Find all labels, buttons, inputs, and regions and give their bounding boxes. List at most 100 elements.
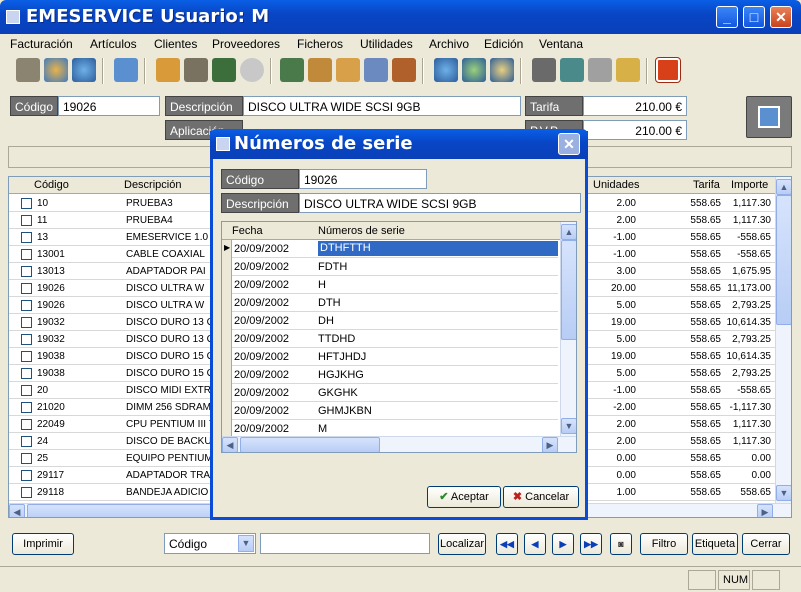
dialog-close-button[interactable]: ✕	[558, 133, 580, 155]
dialog-codigo-field[interactable]: 19026	[299, 169, 427, 189]
row-checkbox[interactable]	[21, 317, 32, 328]
globe-users-icon[interactable]	[44, 58, 68, 82]
chevron-down-icon[interactable]: ▼	[238, 535, 254, 552]
aceptar-button[interactable]: ✔ Aceptar	[427, 486, 501, 508]
serial-row[interactable]: 20/09/2002 H	[232, 276, 558, 294]
filtro-button[interactable]: Filtro	[640, 533, 688, 555]
menu-edicion[interactable]: Edición	[484, 37, 523, 51]
row-checkbox[interactable]	[21, 453, 32, 464]
menu-articulos[interactable]: Artículos	[90, 37, 137, 51]
clock-icon[interactable]	[240, 58, 264, 82]
user-card-icon[interactable]	[308, 58, 332, 82]
globe-person-icon[interactable]	[434, 58, 458, 82]
dialog-descripcion-field[interactable]: DISCO ULTRA WIDE SCSI 9GB	[299, 193, 581, 213]
etiqueta-button[interactable]: Etiqueta	[692, 533, 738, 555]
search-field-select[interactable]: Código ▼	[164, 533, 256, 554]
grid-vscroll[interactable]: ▲ ▼	[775, 177, 791, 503]
serial-scroll-left-icon[interactable]: ◀	[222, 437, 238, 452]
menu-facturacion[interactable]: Facturación	[10, 37, 73, 51]
link-icon[interactable]	[532, 58, 556, 82]
serial-scroll-down-icon[interactable]: ▼	[561, 418, 576, 434]
serial-scroll-right-icon[interactable]: ▶	[542, 437, 558, 452]
globe-search-icon[interactable]	[462, 58, 486, 82]
col-codigo[interactable]: Código	[34, 179, 69, 191]
minimize-button[interactable]: _	[716, 6, 738, 28]
user-send-icon[interactable]	[336, 58, 360, 82]
col-serie[interactable]: Números de serie	[318, 225, 405, 237]
tarifa-field[interactable]: 210.00 €	[583, 96, 687, 116]
serial-scroll-up-icon[interactable]: ▲	[561, 224, 576, 240]
scroll-thumb[interactable]	[776, 195, 791, 325]
menu-clientes[interactable]: Clientes	[154, 37, 197, 51]
last-record-button[interactable]: ▶▶	[580, 533, 602, 555]
serial-hscroll-thumb[interactable]	[240, 437, 380, 452]
serial-row[interactable]: 20/09/2002 DTHFTTH	[232, 240, 558, 258]
hscroll-thumb[interactable]	[27, 504, 227, 517]
briefcase-icon[interactable]	[392, 58, 416, 82]
serial-row[interactable]: 20/09/2002 HFTJHDJ	[232, 348, 558, 366]
col-descripcion[interactable]: Descripción	[124, 179, 181, 191]
row-checkbox[interactable]	[21, 249, 32, 260]
search-input[interactable]	[260, 533, 430, 554]
localizar-button[interactable]: Localizar	[438, 533, 486, 555]
globe-user-icon[interactable]	[490, 58, 514, 82]
row-checkbox[interactable]	[21, 351, 32, 362]
row-checkbox[interactable]	[21, 402, 32, 413]
row-checkbox[interactable]	[21, 470, 32, 481]
serial-hscroll[interactable]: ◀ ▶	[222, 436, 576, 452]
close-button[interactable]: ✕	[770, 6, 792, 28]
scroll-right-icon[interactable]: ▶	[757, 504, 773, 517]
prev-record-button[interactable]: ◀	[524, 533, 546, 555]
row-checkbox[interactable]	[21, 385, 32, 396]
power-icon[interactable]	[656, 58, 680, 82]
cancelar-button[interactable]: ✖ Cancelar	[503, 486, 579, 508]
users-icon[interactable]	[156, 58, 180, 82]
menu-proveedores[interactable]: Proveedores	[212, 37, 280, 51]
codigo-field[interactable]: 19026	[58, 96, 160, 116]
imprimir-button[interactable]: Imprimir	[12, 533, 74, 555]
serial-row[interactable]: 20/09/2002 HGJKHG	[232, 366, 558, 384]
menu-ventana[interactable]: Ventana	[539, 37, 583, 51]
menu-archivo[interactable]: Archivo	[429, 37, 469, 51]
serial-row[interactable]: 20/09/2002 GHMJKBN	[232, 402, 558, 420]
row-checkbox[interactable]	[21, 283, 32, 294]
building-icon[interactable]	[184, 58, 208, 82]
row-checkbox[interactable]	[21, 487, 32, 498]
row-checkbox[interactable]	[21, 300, 32, 311]
dialog-title-bar[interactable]: Números de serie ✕	[210, 129, 588, 159]
network-icon[interactable]	[364, 58, 388, 82]
menu-ficheros[interactable]: Ficheros	[297, 37, 343, 51]
serial-vscroll[interactable]: ▲ ▼	[560, 222, 576, 436]
cerrar-button[interactable]: Cerrar	[742, 533, 790, 555]
home-button[interactable]	[746, 96, 792, 138]
printer-icon[interactable]	[588, 58, 612, 82]
scanner-icon[interactable]	[16, 58, 40, 82]
row-checkbox[interactable]	[21, 198, 32, 209]
maximize-button[interactable]: □	[743, 6, 765, 28]
mail-icon[interactable]	[616, 58, 640, 82]
serial-row[interactable]: 20/09/2002 DH	[232, 312, 558, 330]
row-checkbox[interactable]	[21, 334, 32, 345]
pvp-field[interactable]: 210.00 €	[583, 120, 687, 140]
row-checkbox[interactable]	[21, 368, 32, 379]
col-unidades[interactable]: Unidades	[593, 179, 639, 191]
serial-row[interactable]: 20/09/2002 GKGHK	[232, 384, 558, 402]
row-checkbox[interactable]	[21, 215, 32, 226]
scroll-down-icon[interactable]: ▼	[776, 485, 791, 501]
scroll-up-icon[interactable]: ▲	[776, 179, 791, 195]
menu-utilidades[interactable]: Utilidades	[360, 37, 413, 51]
calculator-icon[interactable]	[212, 58, 236, 82]
row-checkbox[interactable]	[21, 232, 32, 243]
col-fecha[interactable]: Fecha	[232, 225, 263, 237]
serial-row[interactable]: 20/09/2002 DTH	[232, 294, 558, 312]
title-bar[interactable]: EMESERVICE Usuario: M _ □ ✕	[0, 0, 801, 34]
row-checkbox[interactable]	[21, 436, 32, 447]
camera-button[interactable]: ◙	[610, 533, 632, 555]
serial-row[interactable]: 20/09/2002 TTDHD	[232, 330, 558, 348]
col-importe[interactable]: Importe	[731, 179, 768, 191]
serial-row[interactable]: 20/09/2002 FDTH	[232, 258, 558, 276]
row-checkbox[interactable]	[21, 419, 32, 430]
first-record-button[interactable]: ◀◀	[496, 533, 518, 555]
serial-scroll-thumb[interactable]	[561, 240, 576, 340]
home-icon[interactable]	[114, 58, 138, 82]
